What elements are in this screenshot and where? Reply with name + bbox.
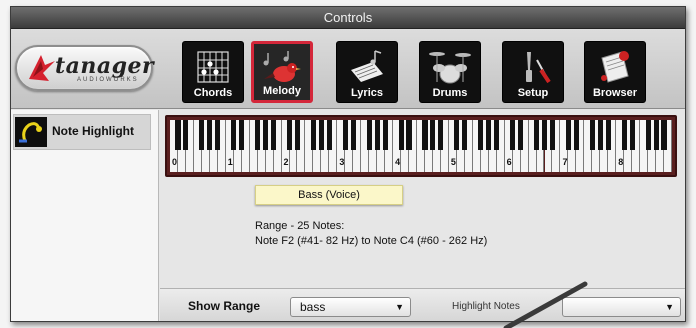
piano-black-key[interactable] [382,120,388,150]
piano-black-key[interactable] [255,120,261,150]
piano-black-key[interactable] [605,120,611,150]
toolbar-button-drums[interactable]: Drums [419,41,481,103]
sidebar: Note Highlight [11,110,159,321]
range-voice-popup: Bass (Voice) [255,185,403,205]
piano-black-key[interactable] [199,120,205,150]
octave-number-label: 6 [506,157,512,167]
range-count-text: Range - 25 Notes: [255,220,345,232]
sidebar-item-label: Note Highlight [52,124,134,138]
piano-black-key[interactable] [486,120,492,150]
tanager-bird-mark-icon [29,55,55,81]
window-title: Controls [11,7,685,29]
piano-black-key[interactable] [454,120,460,150]
piano-black-key[interactable] [294,120,301,150]
piano-black-key[interactable] [478,120,484,150]
highlight-notes-label: Highlight Notes [452,301,520,312]
piano-black-key[interactable] [215,120,221,150]
piano-black-key[interactable] [374,120,380,150]
piano-black-key[interactable] [661,120,667,150]
piano-black-key[interactable] [573,120,579,150]
octave-number-label: 2 [283,157,289,167]
range-notes-text: Note F2 (#41- 82 Hz) to Note C4 (#60 - 2… [255,235,488,247]
piano-black-key[interactable] [398,120,404,150]
tanager-logo: tanager AUDIOWORKS [15,45,155,91]
piano-black-key[interactable] [621,120,627,150]
octave-number-label: 0 [172,157,178,167]
piano-black-key[interactable] [326,120,332,150]
show-range-value: bass [300,300,326,314]
piano-black-key[interactable] [549,120,556,150]
toolbar-button-label: Browser [592,87,638,99]
piano-black-key[interactable] [597,120,603,150]
piano-black-key[interactable] [239,120,245,150]
piano-black-key[interactable] [533,120,540,150]
note-highlight-icon [15,117,47,147]
piano-black-key[interactable] [286,120,293,150]
logo-brand: tanager [55,53,155,79]
chevron-down-icon: ▼ [395,302,404,312]
piano-black-key[interactable] [350,120,356,150]
piano-black-key[interactable] [518,120,524,150]
toolbar-button-setup[interactable]: Setup [502,41,564,103]
toolbar: tanager AUDIOWORKS Chords Melody Lyrics … [11,29,685,109]
octave-number-label: 3 [339,157,345,167]
range-info: Range - 25 Notes: Note F2 (#41- 82 Hz) t… [255,219,487,249]
piano-black-key[interactable] [231,120,237,150]
piano-black-key[interactable] [645,120,651,150]
piano-black-key[interactable] [510,120,516,150]
piano-black-key[interactable] [183,120,189,150]
highlight-notes-select[interactable]: ▼ [562,297,681,317]
piano-black-key[interactable] [366,120,372,150]
piano-black-key[interactable] [263,120,269,150]
guitar-chord-icon [197,51,229,83]
piano-black-key[interactable] [271,120,277,150]
lyrics-sheet-icon [351,50,383,82]
drum-kit-icon [429,52,471,84]
piano-black-key[interactable] [422,120,428,150]
toolbar-button-label: Drums [432,87,468,99]
piano-black-key[interactable] [494,120,500,150]
toolbar-button-melody[interactable]: Melody [251,41,313,103]
octave-number-label: 7 [562,157,568,167]
piano-keyboard[interactable]: 0 1 2 3 4 5 6 7 8 [165,115,677,177]
wrench-screwdriver-icon [526,52,551,84]
show-range-label: Show Range [188,299,261,313]
piano-keys[interactable]: 0 1 2 3 4 5 6 7 8 [170,120,672,172]
piano-black-key[interactable] [175,120,181,150]
toolbar-button-label: Setup [517,87,549,99]
piano-black-key[interactable] [589,120,595,150]
octave-number-label: 4 [395,157,401,167]
piano-black-key[interactable] [406,120,412,150]
piano-black-key[interactable] [565,120,571,150]
octave-number-label: 8 [618,157,624,167]
toolbar-button-label: Chords [193,87,233,99]
bird-notes-icon [263,51,301,82]
bottom-bar: Show Range bass ▼ Highlight Notes ▼ [160,288,685,321]
logo-subtitle: AUDIOWORKS [77,77,139,83]
toolbar-button-label: Lyrics [350,87,383,99]
piano-black-key[interactable] [318,120,324,150]
piano-black-key[interactable] [629,120,635,150]
piano-black-key[interactable] [438,120,444,150]
controls-window: Controls tanager AUDIOWORKS Chords Melod… [10,6,686,322]
piano-black-key[interactable] [342,120,348,150]
piano-black-key[interactable] [653,120,659,150]
piano-black-key[interactable] [541,120,548,150]
toolbar-button-label: Melody [263,85,301,97]
sidebar-item-note-highlight[interactable]: Note Highlight [13,114,151,150]
show-range-select[interactable]: bass ▼ [290,297,411,317]
toolbar-button-lyrics[interactable]: Lyrics [336,41,398,103]
main-panel: 0 1 2 3 4 5 6 7 8 Bass (Voice) Range - 25 Notes:… [160,110,685,321]
piano-black-key[interactable] [430,120,436,150]
chevron-down-icon: ▼ [665,302,674,312]
piano-black-key[interactable] [310,120,316,150]
browser-book-icon [601,51,629,83]
piano-black-key[interactable] [462,120,468,150]
piano-black-key[interactable] [207,120,213,150]
octave-number-label: 5 [450,157,456,167]
toolbar-button-browser[interactable]: Browser [584,41,646,103]
toolbar-button-chords[interactable]: Chords [182,41,244,103]
octave-number-label: 1 [227,157,233,167]
